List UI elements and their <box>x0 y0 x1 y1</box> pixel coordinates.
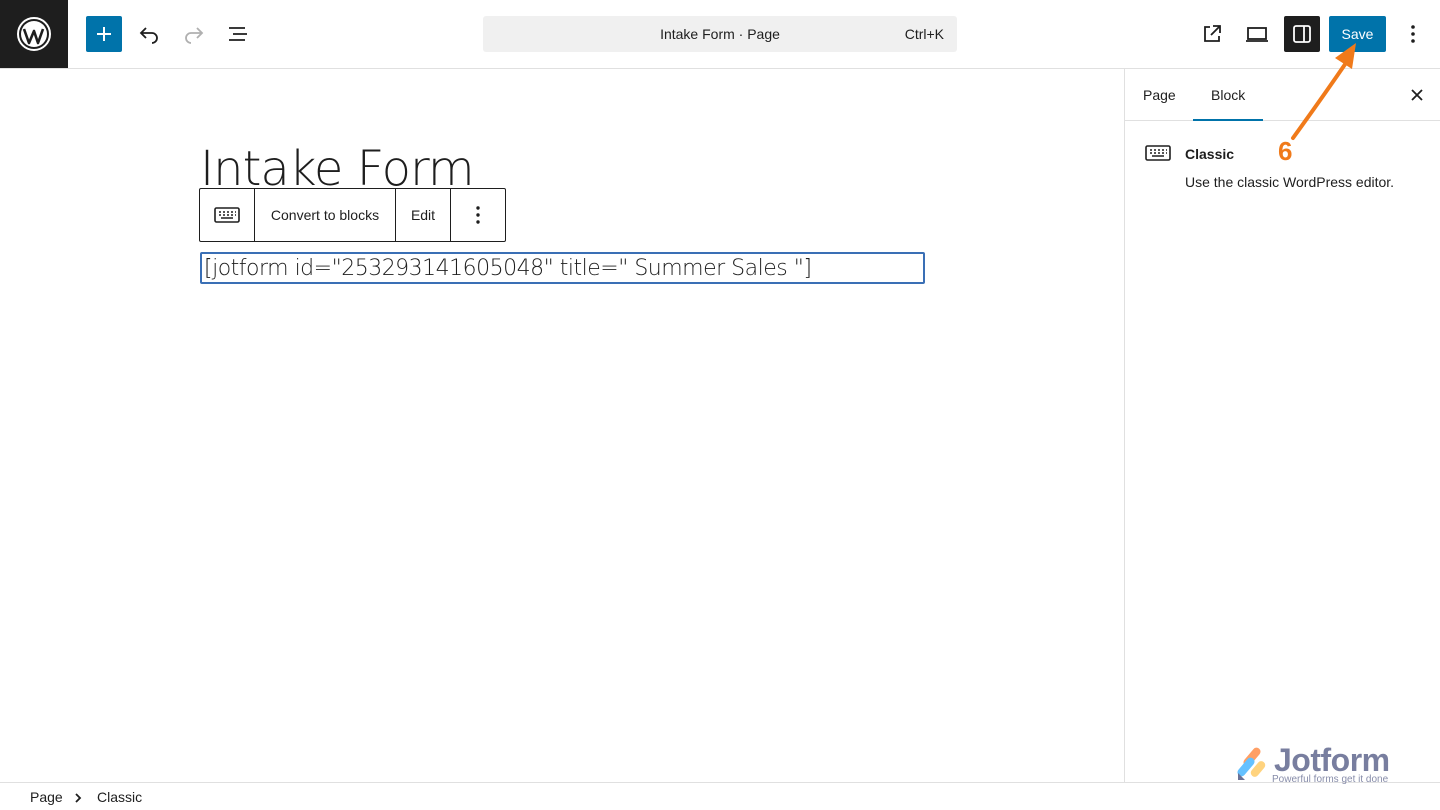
list-view-icon <box>229 27 247 41</box>
save-button[interactable]: Save <box>1329 16 1386 52</box>
keyboard-shortcut-hint: Ctrl+K <box>904 26 944 42</box>
keyboard-icon <box>1145 145 1171 161</box>
block-card-title: Classic <box>1185 146 1235 162</box>
jotform-watermark: Jotform Powerful forms get it done <box>1236 742 1406 788</box>
redo-button[interactable] <box>176 16 212 52</box>
breadcrumb-page[interactable]: Page <box>30 789 63 805</box>
more-options-button[interactable] <box>451 189 505 241</box>
undo-button[interactable] <box>131 16 167 52</box>
sidebar-tabs: Page Block <box>1125 69 1440 121</box>
undo-icon <box>139 27 158 44</box>
convert-to-blocks-button[interactable]: Convert to blocks <box>255 189 396 241</box>
tab-page[interactable]: Page <box>1125 69 1194 121</box>
keyboard-icon <box>214 207 240 223</box>
vertical-ellipsis-icon <box>476 206 480 224</box>
block-card-description: Use the classic WordPress editor. <box>1185 174 1395 190</box>
jotform-shortcode[interactable]: [jotform id="253293141605048" title=" Su… <box>204 256 812 282</box>
edit-button[interactable]: Edit <box>396 189 451 241</box>
jotform-logo-icon <box>1237 747 1266 780</box>
wordpress-logo-icon <box>17 17 51 51</box>
classic-block[interactable]: [jotform id="253293141605048" title=" Su… <box>200 252 925 284</box>
view-page-button[interactable] <box>1194 16 1230 52</box>
close-sidebar-button[interactable] <box>1405 83 1429 107</box>
settings-toggle-button[interactable] <box>1284 16 1320 52</box>
editor-canvas[interactable]: Intake Form Convert to blocks Edit [jotf… <box>0 69 1124 782</box>
add-block-button[interactable] <box>86 16 122 52</box>
breadcrumb: Page Classic <box>0 782 1440 810</box>
watermark-tagline: Powerful forms get it done <box>1272 774 1389 785</box>
block-type-button[interactable] <box>200 189 255 241</box>
chevron-right-icon <box>75 793 82 803</box>
document-title: Intake Form · Page <box>660 26 780 42</box>
step-number-label: 6 <box>1278 136 1293 166</box>
document-overview-button[interactable] <box>220 16 256 52</box>
options-menu-button[interactable] <box>1395 16 1431 52</box>
close-icon <box>1411 89 1423 101</box>
wordpress-logo-button[interactable] <box>0 0 68 68</box>
sidebar-toggle-icon <box>1293 25 1311 43</box>
desktop-preview-icon <box>1246 27 1268 42</box>
preview-button[interactable] <box>1239 16 1275 52</box>
tab-block[interactable]: Block <box>1193 69 1264 121</box>
kebab-menu-icon <box>1411 25 1415 43</box>
external-link-icon <box>1204 25 1221 42</box>
plus-icon <box>97 27 111 41</box>
settings-sidebar: Page Block Classic Use the classic WordP… <box>1124 69 1440 782</box>
command-palette-button[interactable]: Intake Form · Page Ctrl+K <box>483 16 957 52</box>
redo-icon <box>185 27 204 44</box>
editor-header: Intake Form · Page Ctrl+K Save <box>0 0 1440 69</box>
block-toolbar: Convert to blocks Edit <box>199 188 506 242</box>
breadcrumb-classic[interactable]: Classic <box>97 789 142 805</box>
